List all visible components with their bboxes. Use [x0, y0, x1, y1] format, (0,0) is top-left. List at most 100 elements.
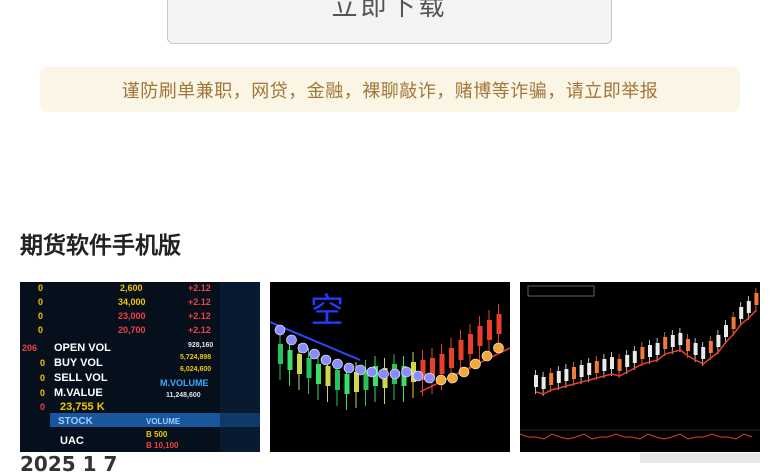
indicator-dot: [412, 370, 424, 382]
candle-body: [617, 359, 622, 371]
candle-body: [594, 361, 599, 373]
article-thumbnail-candlestick-dots[interactable]: 空: [270, 282, 510, 452]
board-change: +2.12: [188, 297, 211, 307]
board-row-num: 0: [38, 283, 43, 293]
board-right-value: 6,024,600: [180, 366, 211, 373]
candle-body: [579, 365, 584, 377]
candle-body: [534, 375, 538, 387]
indicator-dot: [355, 364, 366, 376]
board-change: +2.12: [188, 283, 211, 293]
board-row-label: BUY VOL: [54, 357, 103, 369]
indicator-dot: [481, 350, 493, 362]
board-mvolume: M.VOLUME: [160, 378, 209, 388]
board-row-label: M.VALUE: [54, 387, 103, 399]
candle-body: [316, 364, 321, 384]
candle-body: [648, 345, 652, 357]
board-change: +2.12: [188, 311, 211, 321]
candle-body: [686, 339, 690, 351]
board-row-num: 206: [22, 343, 37, 353]
candle-body: [610, 357, 614, 369]
candle-body: [678, 333, 683, 345]
candle-body: [496, 314, 502, 334]
candle-body: [449, 348, 454, 368]
candle-body: [439, 354, 445, 374]
board-row-num: 0: [40, 388, 45, 398]
indicator-dot: [389, 368, 401, 380]
indicator-dot: [493, 342, 504, 354]
candle-body: [739, 307, 744, 319]
indicator-dot: [470, 358, 481, 370]
candle-body: [625, 355, 630, 367]
overlay-char: 空: [310, 291, 344, 331]
board-change: +2.12: [188, 325, 211, 335]
download-now-button[interactable]: 立即下载: [167, 0, 612, 44]
candle-body: [701, 347, 706, 359]
candle-body: [306, 358, 312, 378]
article-thumbnail-candlestick-uptrend[interactable]: [520, 282, 760, 452]
board-row-label: SELL VOL: [54, 372, 108, 384]
indicator-dot: [297, 342, 309, 354]
indicator-dot: [401, 366, 412, 378]
indicator-dot: [447, 372, 458, 384]
candle-body: [655, 343, 660, 355]
candle-body: [572, 367, 576, 379]
board-row-num: 0: [40, 402, 45, 412]
indicator-dot: [309, 348, 320, 360]
indicator-dot: [366, 366, 378, 378]
candle-body: [458, 340, 464, 360]
stock-board-image: 0 2,600 +2.12 0 34,000 +2.12 0 23,000 +2…: [20, 282, 260, 452]
board-top-number: 20,700: [118, 325, 146, 335]
indicator-dot: [332, 358, 343, 370]
board-row-num: 0: [38, 297, 43, 307]
indicator-dot: [320, 354, 332, 366]
board-top-number: 34,000: [118, 297, 146, 307]
fraud-warning-text: 谨防刷单兼职，网贷，金融，裸聊敲诈，赌博等诈骗，请立即举报: [121, 80, 659, 102]
candle-body: [724, 325, 728, 337]
candle-body: [746, 301, 751, 313]
board-b1: B 500: [146, 430, 168, 439]
candle-body: [602, 359, 607, 371]
candle-body: [325, 366, 331, 386]
indicator-dot: [343, 362, 355, 374]
candle-body: [632, 351, 637, 363]
article-caption: 2025 1 7: [20, 452, 118, 476]
indicator-dot: [274, 324, 286, 336]
board-row-num: 0: [40, 358, 45, 368]
candle-body: [556, 371, 561, 383]
candle-body: [477, 326, 483, 346]
candle-body: [670, 335, 675, 347]
candle-body: [693, 343, 698, 355]
candle-body: [541, 377, 546, 389]
board-row-num: 0: [38, 311, 43, 321]
candle-body: [731, 317, 736, 329]
article-thumbnail-stock-board[interactable]: 0 2,600 +2.12 0 34,000 +2.12 0 23,000 +2…: [20, 282, 260, 452]
board-top-number: 2,600: [120, 283, 143, 293]
board-volume-label: VOLUME: [146, 417, 181, 426]
fraud-warning-banner: 谨防刷单兼职，网贷，金融，裸聊敲诈，赌博等诈骗，请立即举报: [40, 67, 740, 112]
board-row-label: OPEN VOL: [54, 342, 111, 354]
candle-body: [287, 350, 293, 370]
indicator-dot: [435, 374, 447, 386]
board-uac-label: UAC: [60, 435, 84, 447]
candle-body: [335, 370, 340, 390]
board-big-value: 23,755 K: [60, 401, 105, 413]
board-stock-label: STOCK: [58, 416, 94, 427]
candle-body: [354, 372, 359, 392]
candle-body: [640, 347, 645, 359]
board-right-value: 11,248,600: [166, 392, 201, 399]
caption-strip: [640, 453, 760, 463]
candle-body: [468, 334, 473, 354]
board-row-num: 0: [38, 325, 43, 335]
candle-body: [564, 369, 569, 381]
candle-body: [708, 341, 713, 353]
board-row-num: 0: [40, 373, 45, 383]
candle-body: [297, 354, 302, 374]
candlestick-dots-image: 空: [270, 282, 510, 452]
indicator-dot: [286, 334, 297, 346]
candle-body: [754, 293, 759, 305]
board-right-value: 928,160: [188, 342, 213, 349]
section-title: 期货软件手机版: [20, 233, 181, 259]
board-right-value: 5,724,898: [180, 354, 211, 361]
indicator-dot: [378, 368, 389, 380]
indicator-dot: [424, 372, 435, 384]
